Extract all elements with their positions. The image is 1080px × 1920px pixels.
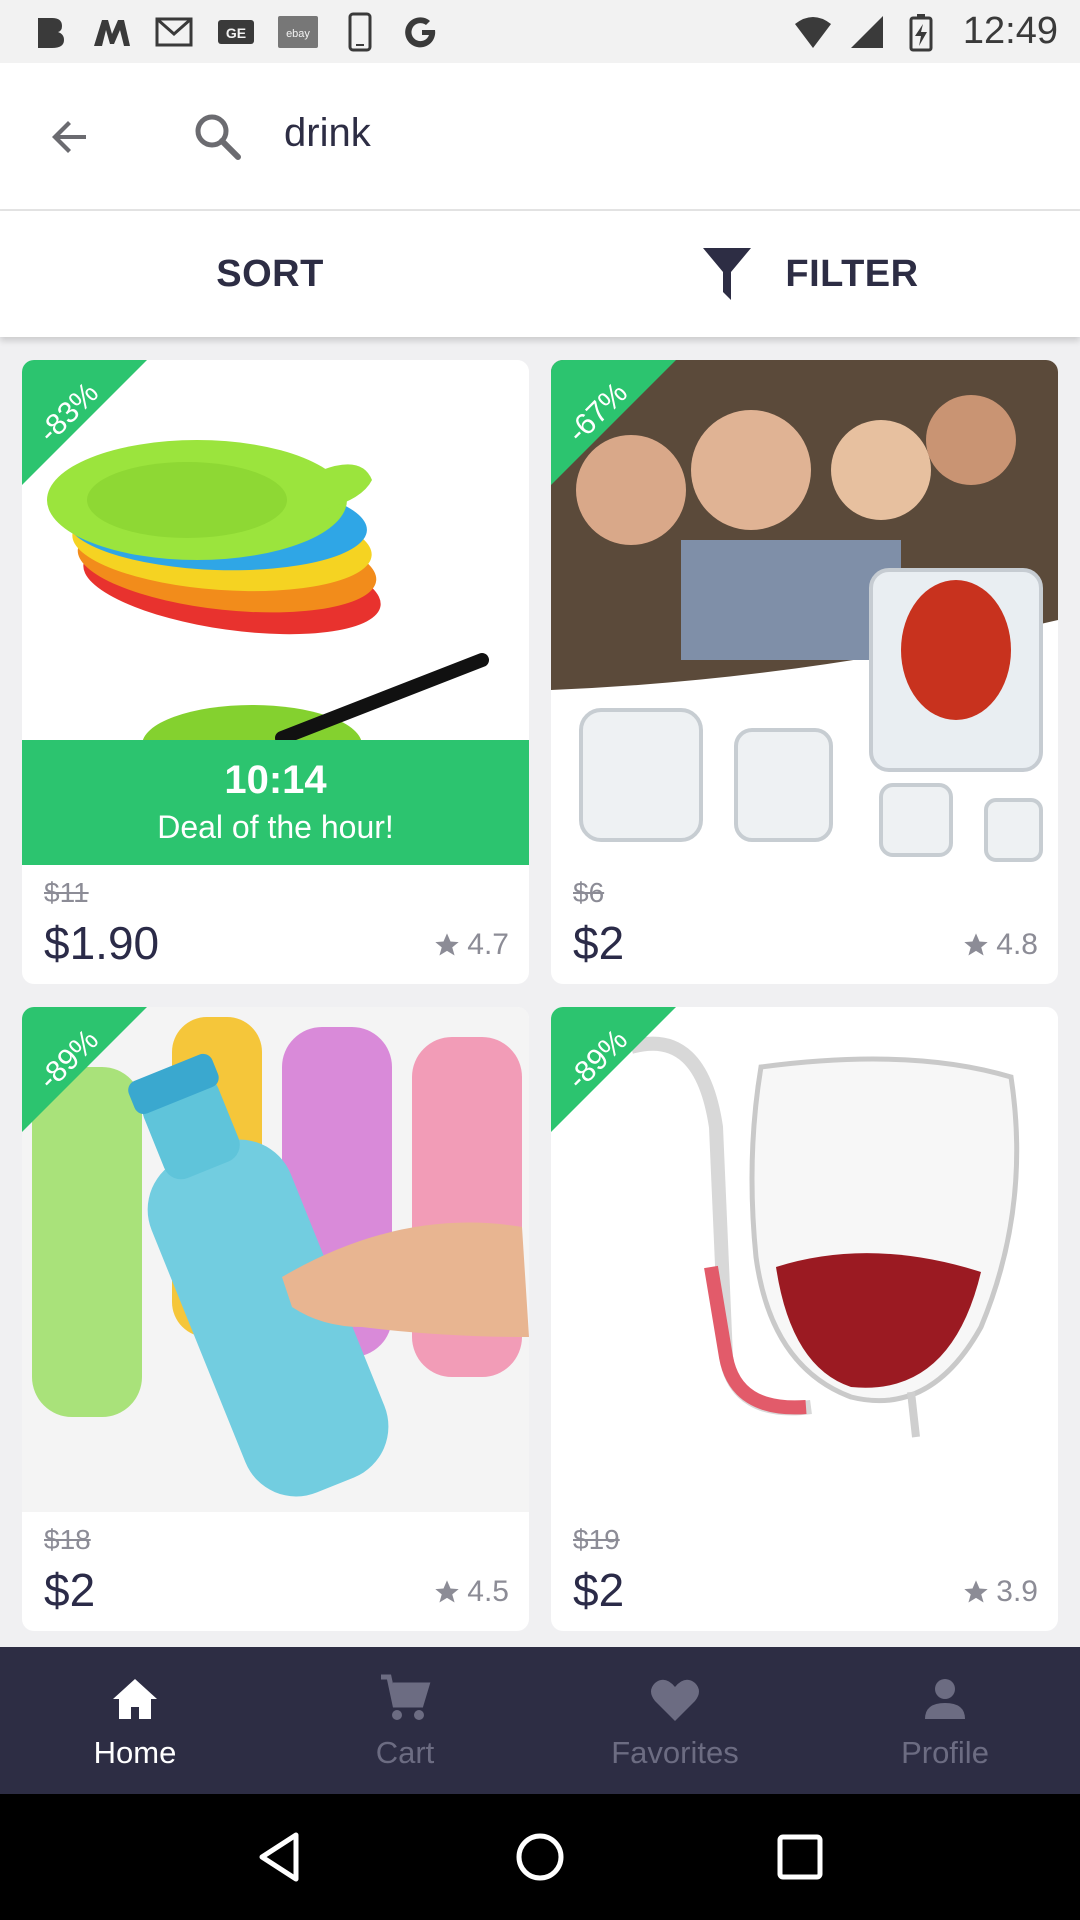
nav-item-profile[interactable]: Profile <box>810 1647 1080 1794</box>
heart-icon <box>651 1679 699 1721</box>
search-input[interactable]: drink <box>284 111 371 156</box>
nav-label-profile: Profile <box>901 1734 989 1770</box>
product-card[interactable]: -89% $19 $2 3.9 <box>551 1007 1058 1631</box>
system-navigation-bar <box>0 1794 1080 1920</box>
original-price: $18 <box>44 1524 91 1555</box>
filter-button[interactable]: FILTER <box>540 211 1080 337</box>
rating-value: 3.9 <box>996 1575 1038 1608</box>
b-app-icon <box>30 12 70 52</box>
bottom-navigation: Home Cart Favorites Profile <box>0 1647 1080 1794</box>
nav-label-favorites: Favorites <box>611 1734 739 1770</box>
rating: 4.7 <box>433 928 509 962</box>
home-icon <box>113 1678 157 1719</box>
nav-label-home: Home <box>93 1734 177 1770</box>
nav-label-cart: Cart <box>375 1734 435 1770</box>
gmail-icon <box>154 12 194 52</box>
back-button[interactable] <box>40 107 100 167</box>
star-icon <box>964 1580 988 1603</box>
product-card[interactable]: -67% $6 $2 4.8 <box>551 360 1058 984</box>
rating-value: 4.7 <box>467 928 509 961</box>
cart-icon <box>381 1674 431 1720</box>
filter-label: FILTER <box>785 252 919 295</box>
back-triangle-icon[interactable] <box>252 1829 308 1885</box>
original-price: $6 <box>573 877 605 908</box>
star-icon <box>435 1580 459 1603</box>
nav-item-favorites[interactable]: Favorites <box>540 1647 810 1794</box>
star-icon <box>964 933 988 956</box>
battery-icon <box>901 12 941 52</box>
google-icon <box>402 12 442 52</box>
home-circle-icon[interactable] <box>512 1829 568 1885</box>
system-status: 12:49 <box>793 10 1058 53</box>
phone-icon <box>340 12 380 52</box>
m-app-icon <box>92 12 132 52</box>
original-price: $11 <box>44 877 89 908</box>
recents-square-icon[interactable] <box>772 1829 828 1885</box>
deal-countdown: 10:14 <box>224 758 327 802</box>
arrow-back-icon <box>52 121 86 153</box>
sale-price: $1.90 <box>44 917 160 969</box>
sort-button[interactable]: SORT <box>0 211 540 337</box>
deal-banner: 10:14 Deal of the hour! <box>22 740 529 865</box>
search-header: drink <box>0 63 1080 211</box>
ge-app-icon: GE <box>216 12 256 52</box>
ebay-label: ebay <box>286 28 310 40</box>
status-bar: GE ebay 12:49 <box>0 0 1080 63</box>
sale-price: $2 <box>573 1564 625 1616</box>
discount-badge: -83% <box>22 360 147 485</box>
signal-icon <box>847 12 887 52</box>
rating: 4.5 <box>433 1575 509 1609</box>
nav-item-home[interactable]: Home <box>0 1647 270 1794</box>
star-icon <box>435 933 459 956</box>
nav-item-cart[interactable]: Cart <box>270 1647 540 1794</box>
deal-label: Deal of the hour! <box>157 809 394 845</box>
sale-price: $2 <box>573 917 625 969</box>
rating-value: 4.5 <box>467 1575 509 1608</box>
filter-icon <box>703 248 752 300</box>
wifi-icon <box>793 12 833 52</box>
ge-app-label: GE <box>226 25 246 41</box>
person-icon <box>925 1678 965 1719</box>
sale-price: $2 <box>44 1564 96 1616</box>
notification-icons: GE ebay <box>30 12 442 52</box>
ebay-icon: ebay <box>278 12 318 52</box>
discount-badge: -67% <box>551 360 676 485</box>
product-card[interactable]: -83% 10:14 Deal of the hour! $11 $1.90 4… <box>22 360 529 984</box>
sort-label: SORT <box>216 252 324 295</box>
rating: 3.9 <box>962 1575 1038 1609</box>
sort-filter-bar: SORT FILTER <box>0 211 1080 337</box>
original-price: $19 <box>573 1524 620 1555</box>
status-time: 12:49 <box>962 10 1058 52</box>
product-card[interactable]: -89% $18 $2 4.5 <box>22 1007 529 1631</box>
search-icon <box>195 114 241 160</box>
discount-badge: -89% <box>22 1007 147 1132</box>
discount-badge: -89% <box>551 1007 676 1132</box>
rating: 4.8 <box>962 928 1038 962</box>
rating-value: 4.8 <box>996 928 1038 961</box>
